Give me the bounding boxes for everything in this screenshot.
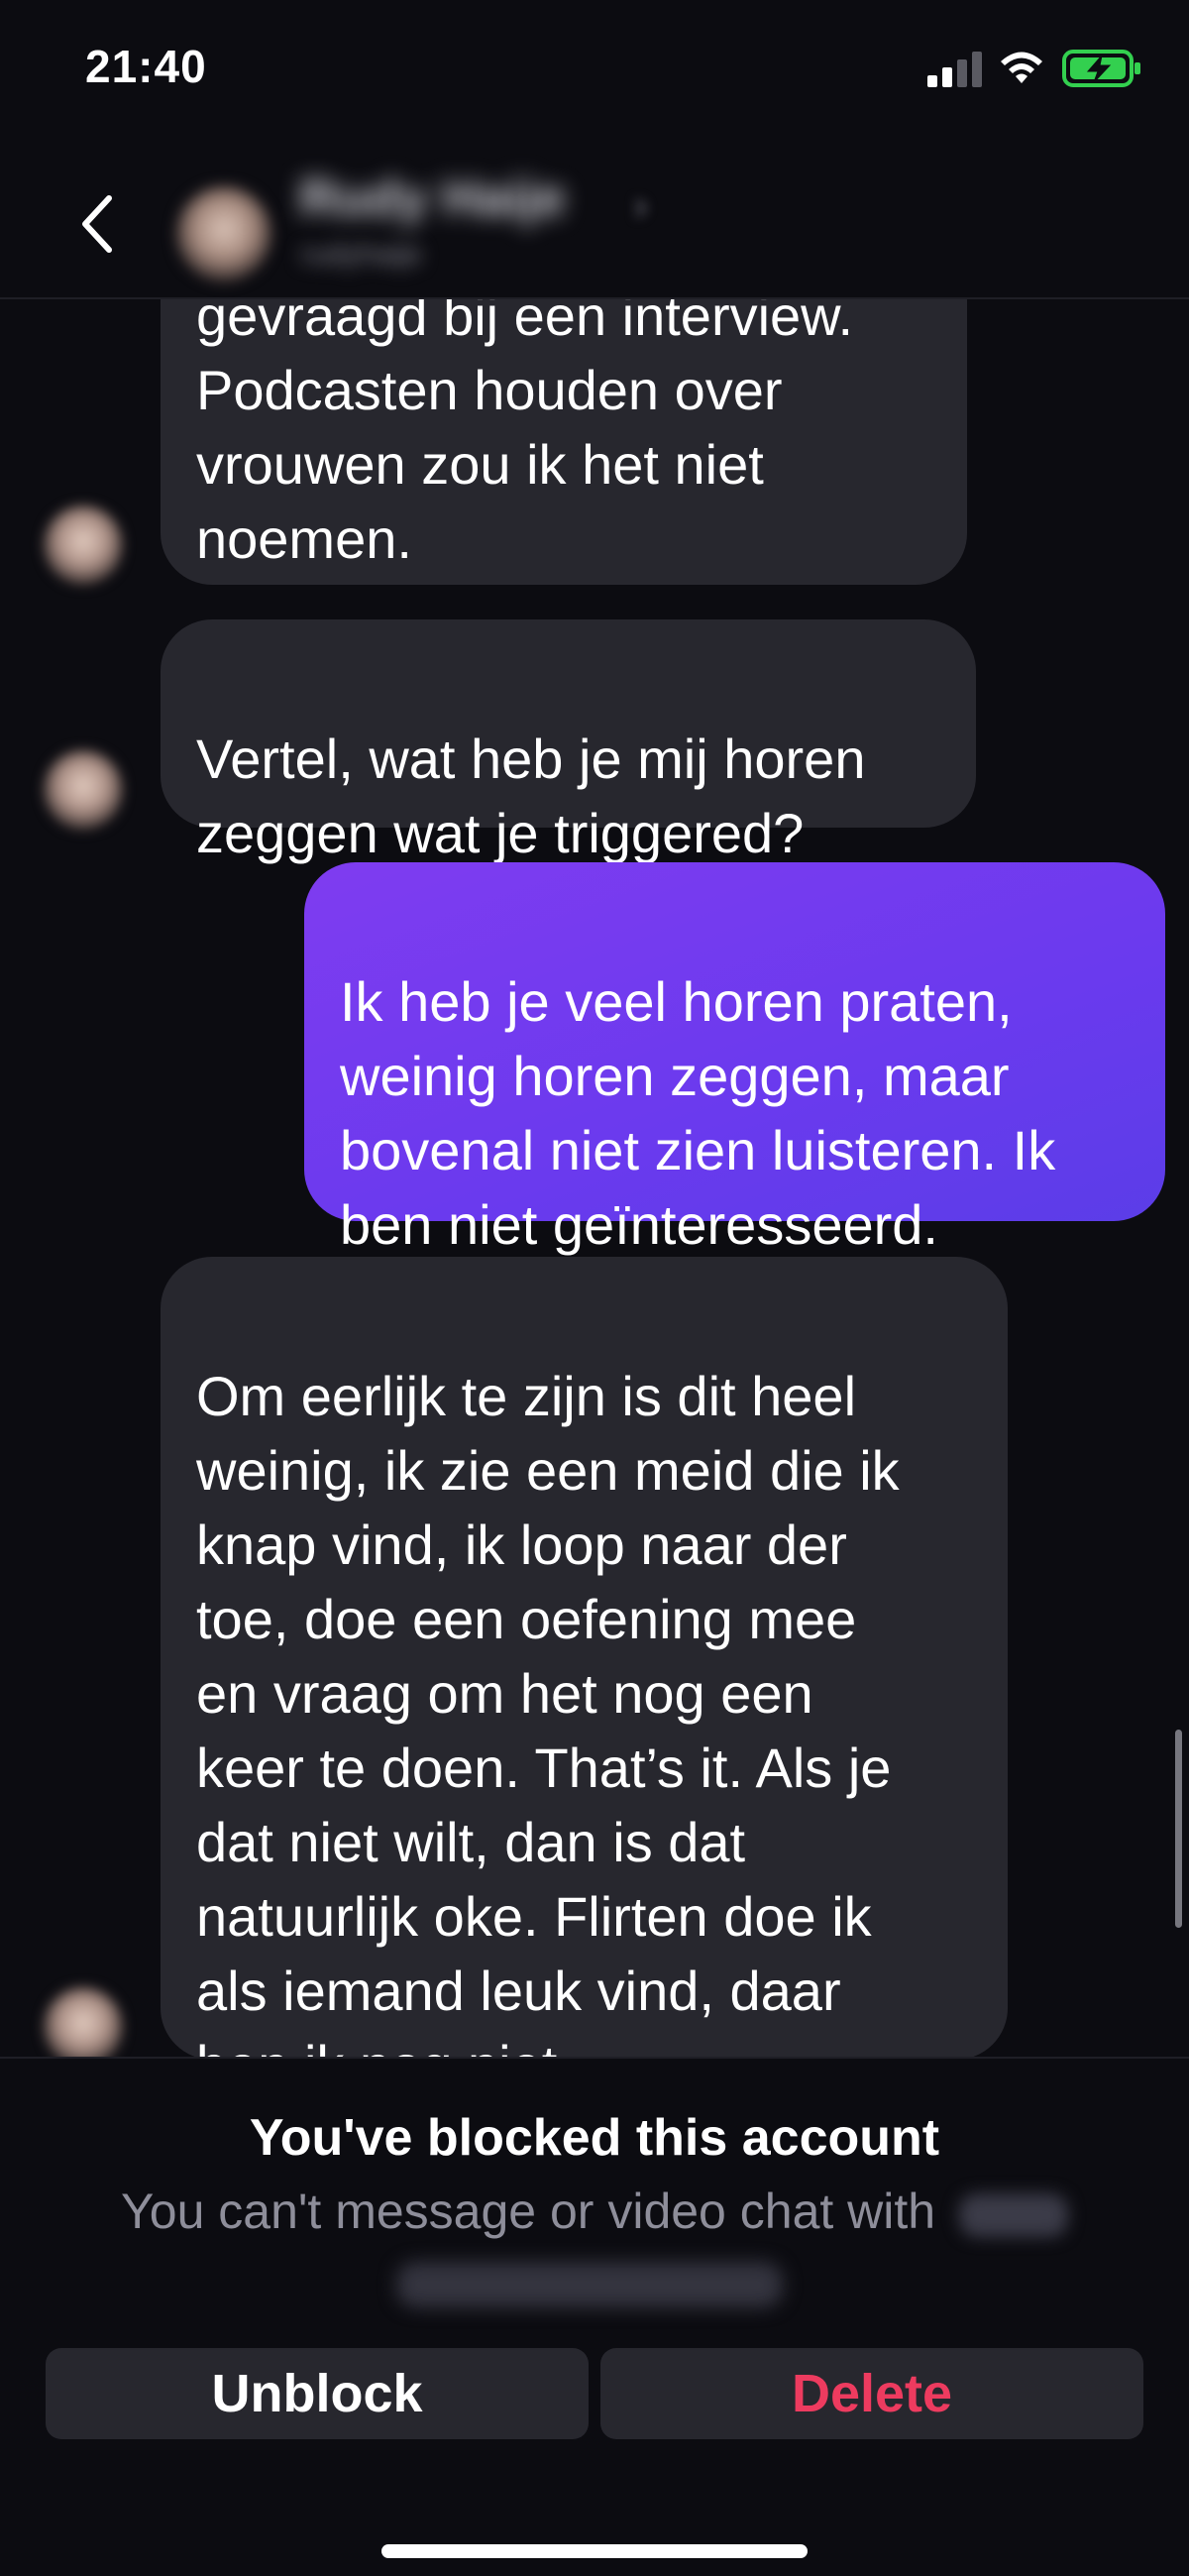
blocked-title: You've blocked this account [249, 2109, 940, 2167]
message-text: Om eerlijk te zijn is dit heel weinig, i… [196, 1365, 900, 2057]
blocked-description: You can't message or video chat with [0, 2183, 1189, 2240]
chevron-right-icon: › [634, 184, 648, 228]
chevron-left-icon [71, 195, 131, 268]
sender-avatar[interactable] [44, 1987, 123, 2057]
message-text: Ik heb je veel horen praten, weinig hore… [340, 970, 1056, 1256]
contact-name[interactable]: Rudy Haije [299, 168, 566, 228]
message-bubble-incoming[interactable]: Vertel, wat heb je mij horen zeggen wat … [161, 619, 976, 864]
status-bar: 21:40 [0, 0, 1189, 149]
redacted-name-continued [396, 2262, 783, 2307]
message-text: Vertel, wat heb je mij horen zeggen wat … [196, 728, 866, 864]
back-button[interactable] [71, 184, 131, 264]
home-indicator[interactable] [381, 2544, 808, 2558]
blocked-footer: You've blocked this account You can't me… [0, 2057, 1189, 2576]
message-text: gevraagd bij een interview. Podcasten ho… [196, 284, 854, 570]
message-bubble-outgoing[interactable]: Ik heb je veel horen praten, weinig hore… [304, 862, 1165, 1256]
conversation-header: Rudy Haije › rudyhaije [0, 149, 1189, 299]
status-time: 21:40 [85, 41, 207, 92]
contact-avatar[interactable] [176, 186, 271, 281]
contact-username: rudyhaije [301, 238, 422, 271]
message-thread[interactable]: gevraagd bij een interview. Podcasten ho… [0, 0, 1189, 2057]
message-bubble-incoming[interactable]: Om eerlijk te zijn is dit heel weinig, i… [161, 1257, 1008, 2057]
blocked-description-text: You can't message or video chat with [121, 2184, 936, 2239]
sender-avatar[interactable] [44, 750, 123, 830]
scrollbar[interactable] [1175, 1730, 1182, 1928]
unblock-button[interactable]: Unblock [46, 2348, 589, 2439]
redacted-name [958, 2192, 1068, 2237]
delete-button[interactable]: Delete [600, 2348, 1143, 2439]
sender-avatar[interactable] [44, 505, 123, 585]
